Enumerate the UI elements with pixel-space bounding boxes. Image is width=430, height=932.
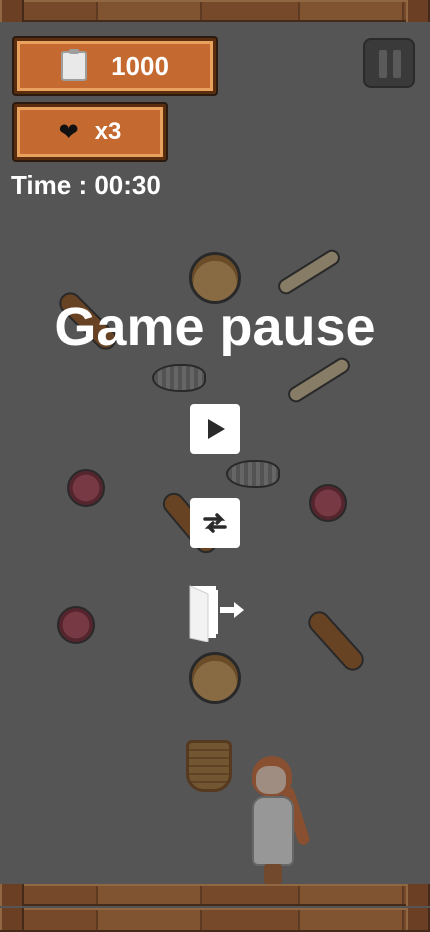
restart-button[interactable] bbox=[190, 498, 240, 548]
time-display: Time : 00:30 bbox=[11, 170, 161, 200]
pause-icon-bar bbox=[393, 50, 401, 78]
swap-arrows-icon bbox=[203, 513, 227, 533]
lives-plaque: ❤ x3 bbox=[14, 104, 166, 160]
resume-button[interactable] bbox=[190, 404, 240, 454]
pause-icon bbox=[379, 50, 387, 78]
score-value: 1000 bbox=[111, 50, 169, 81]
exit-button[interactable] bbox=[186, 584, 244, 642]
exit-door-icon bbox=[189, 585, 244, 642]
heart-icon: ❤ bbox=[58, 118, 79, 146]
pause-title: Game pause bbox=[54, 297, 376, 357]
score-plaque: 1000 bbox=[14, 38, 216, 94]
lives-value: x3 bbox=[94, 118, 122, 145]
clipboard-icon bbox=[61, 49, 88, 81]
play-icon bbox=[208, 419, 225, 439]
pause-button[interactable] bbox=[363, 38, 415, 88]
